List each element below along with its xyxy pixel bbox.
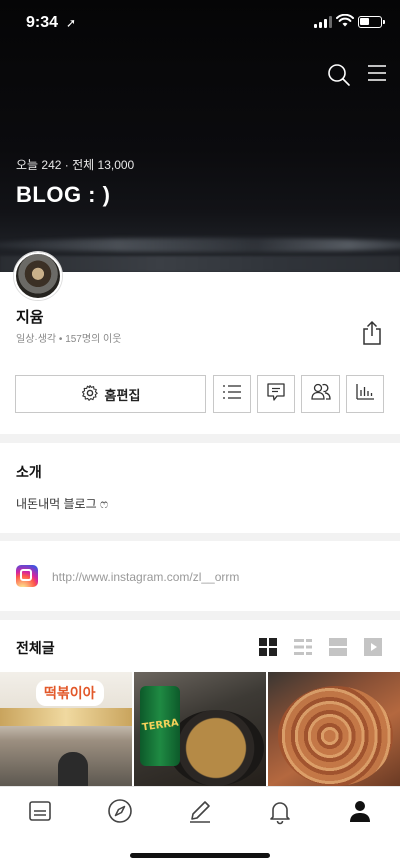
profile-name: 지윰	[16, 309, 44, 326]
gear-icon	[81, 384, 99, 405]
external-link-section[interactable]: http://www.instagram.com/zl__orrm	[0, 541, 400, 611]
profile-icon[interactable]	[346, 797, 374, 825]
signal-icon	[314, 16, 332, 28]
video-view-icon[interactable]	[364, 638, 382, 656]
avatar[interactable]	[14, 252, 62, 300]
neighbors-button[interactable]	[301, 375, 340, 413]
compass-icon[interactable]	[106, 797, 134, 825]
list-button[interactable]	[213, 375, 251, 413]
list-view-icon[interactable]	[294, 638, 312, 656]
visitor-stats: 오늘 242 · 전체 13,000	[16, 158, 135, 172]
storefront-counter	[0, 708, 132, 726]
bottom-tab-bar	[0, 786, 400, 864]
beer-label: TERRA	[141, 717, 180, 734]
intro-text: 내돈내먹 블로그 ෆ	[16, 497, 109, 511]
blog-cover: 9:34 ➚ 오늘 242 · 전체 13,000 BLOG : )	[0, 0, 400, 272]
storefront-sign: 떡볶이아	[36, 680, 104, 706]
post-thumbnail[interactable]: TERRA	[134, 672, 266, 786]
instagram-url[interactable]: http://www.instagram.com/zl__orrm	[52, 570, 239, 584]
noodle-dish	[278, 686, 393, 786]
post-thumbnail[interactable]: 떡볶이아	[0, 672, 132, 786]
stats-button[interactable]	[346, 375, 384, 413]
profile-card: 지윰 일상·생각 • 157명의 이웃 홈편집	[0, 252, 400, 434]
menu-icon[interactable]	[366, 62, 392, 88]
wifi-icon	[336, 13, 354, 33]
status-time: 9:34	[26, 14, 59, 31]
pencil-icon[interactable]	[186, 797, 214, 825]
feed-icon[interactable]	[26, 797, 54, 825]
post-thumbnail[interactable]	[268, 672, 400, 786]
customer-figure	[58, 752, 88, 786]
home-edit-button[interactable]: 홈편집	[15, 375, 206, 413]
card-view-icon[interactable]	[329, 638, 347, 656]
comment-button[interactable]	[257, 375, 295, 413]
home-edit-label: 홈편집	[104, 387, 141, 403]
posts-heading: 전체글	[16, 640, 55, 656]
blog-title: BLOG : )	[16, 182, 111, 207]
cover-wave	[0, 238, 400, 252]
home-indicator	[130, 853, 270, 858]
grid-view-icon[interactable]	[259, 638, 277, 656]
beer-bottle: TERRA	[140, 686, 180, 766]
all-posts-section: 전체글 떡볶이아 TERRA	[0, 620, 400, 786]
intro-heading: 소개	[16, 464, 42, 480]
fried-rice-pan	[168, 710, 264, 786]
battery-icon	[358, 16, 385, 28]
list-icon	[222, 384, 242, 405]
instagram-icon	[16, 565, 38, 587]
search-icon[interactable]	[326, 62, 352, 88]
bell-icon[interactable]	[266, 797, 294, 825]
comment-icon	[266, 382, 286, 407]
neighbors-icon	[310, 382, 332, 407]
location-arrow-icon: ➚	[66, 16, 77, 30]
stats-icon	[355, 383, 375, 406]
profile-subtitle: 일상·생각 • 157명의 이웃	[16, 334, 122, 345]
intro-section: 소개 내돈내먹 블로그 ෆ	[0, 443, 400, 533]
share-icon[interactable]	[361, 320, 383, 346]
status-bar: 9:34 ➚	[0, 12, 400, 36]
